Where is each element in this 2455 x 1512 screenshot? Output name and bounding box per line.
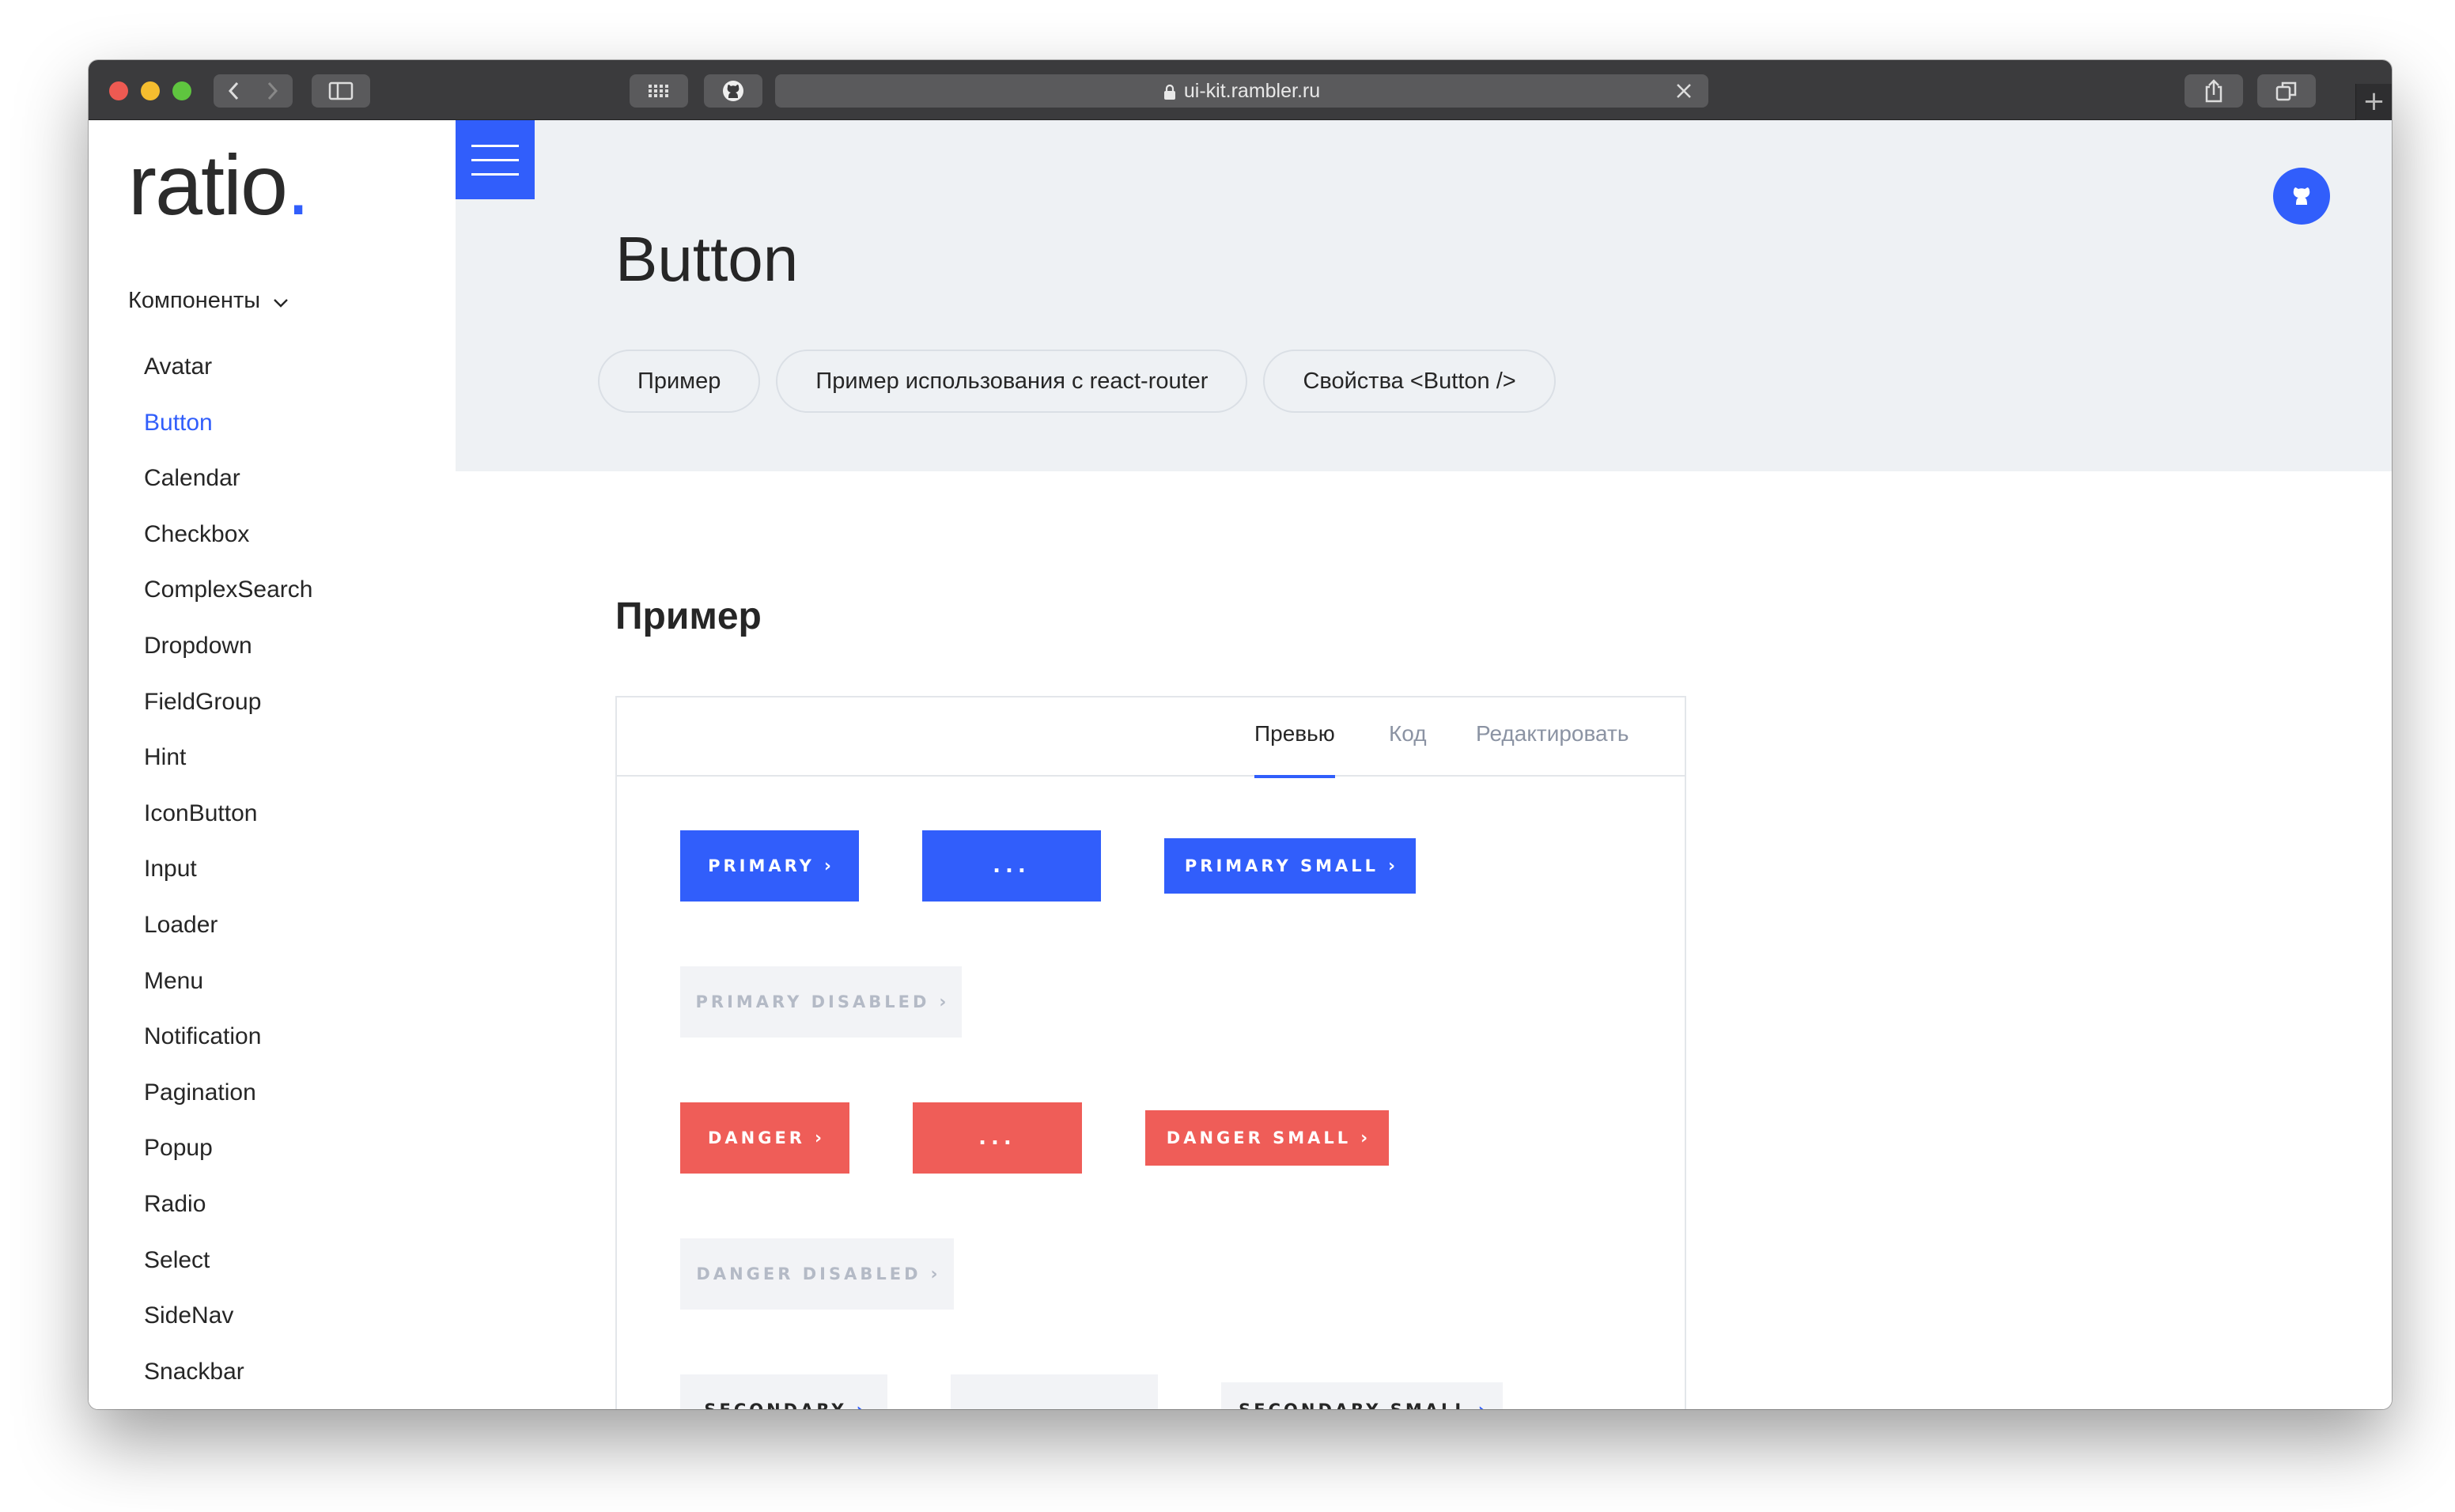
primary-small-button[interactable]: PRIMARY SMALL › xyxy=(1164,838,1416,894)
logo-text: ratio xyxy=(128,137,288,232)
primary-disabled-button: PRIMARY DISABLED › xyxy=(680,966,962,1038)
url-text: ui-kit.rambler.ru xyxy=(1183,79,1321,102)
sidebar-toggle-button[interactable] xyxy=(312,74,370,108)
chevron-right-icon: › xyxy=(930,1264,938,1284)
button-label: PRIMARY xyxy=(708,856,815,875)
address-bar[interactable]: ui-kit.rambler.ru xyxy=(775,74,1708,108)
sidebar-item-fieldgroup[interactable]: FieldGroup xyxy=(144,685,312,741)
sidebar-item-hint[interactable]: Hint xyxy=(144,740,312,796)
sidebar-item-button[interactable]: Button xyxy=(144,406,312,462)
share-button[interactable] xyxy=(2185,74,2243,108)
zoom-window-button[interactable] xyxy=(172,81,191,100)
anchor-react-router-example[interactable]: Пример использования с react-router xyxy=(776,350,1248,413)
danger-button[interactable]: DANGER › xyxy=(680,1102,849,1174)
sidebar-item-notification[interactable]: Notification xyxy=(144,1019,312,1075)
tab-preview[interactable]: Превью xyxy=(1254,721,1335,778)
github-extension-button[interactable] xyxy=(704,74,762,108)
loading-dots-icon: ... xyxy=(978,1126,1016,1150)
button-label: SECONDARY SMALL xyxy=(1239,1400,1469,1409)
primary-button[interactable]: PRIMARY › xyxy=(680,830,859,902)
primary-loading-button[interactable]: ... xyxy=(922,830,1101,902)
hamburger-line xyxy=(471,172,519,176)
secondary-small-button[interactable]: SECONDARY SMALL › xyxy=(1221,1382,1503,1409)
close-tab-icon[interactable] xyxy=(1675,82,1693,105)
sidebar-item-pagination[interactable]: Pagination xyxy=(144,1075,312,1132)
menu-button[interactable] xyxy=(456,120,535,199)
page-content: ratio. Компоненты Avatar Button Calendar Ch… xyxy=(89,120,2392,1409)
tab-edit[interactable]: Редактировать xyxy=(1476,721,1628,747)
github-link-button[interactable] xyxy=(2273,168,2330,225)
sidebar-item-menu[interactable]: Menu xyxy=(144,964,312,1020)
secondary-button[interactable]: SECONDARY › xyxy=(680,1374,887,1409)
button-label: SECONDARY xyxy=(704,1400,846,1409)
tab-overview-button[interactable] xyxy=(630,74,688,108)
tab-code[interactable]: Код xyxy=(1389,721,1427,747)
button-label: PRIMARY DISABLED xyxy=(695,992,930,1011)
example-panel: Превью Код Редактировать PRIMARY › ... P… xyxy=(615,696,1686,1409)
sidebar-item-avatar[interactable]: Avatar xyxy=(144,350,312,406)
anchor-example[interactable]: Пример xyxy=(598,350,761,413)
sidebar-item-iconbutton[interactable]: IconButton xyxy=(144,796,312,852)
chevron-right-icon: › xyxy=(814,1128,823,1148)
browser-window: ui-kit.rambler.ru + ratio. Компоненты Av… xyxy=(89,60,2392,1409)
sidebar-item-select[interactable]: Select xyxy=(144,1243,312,1299)
github-icon xyxy=(721,79,745,103)
chevron-right-icon: › xyxy=(1388,856,1396,876)
section-label: Компоненты xyxy=(128,288,261,313)
page-header: Button Пример Пример использования с rea… xyxy=(456,120,2392,471)
minimize-window-button[interactable] xyxy=(141,81,160,100)
sidebar-item-dropdown[interactable]: Dropdown xyxy=(144,629,312,685)
example-tabs: Превью Код Редактировать xyxy=(617,697,1685,778)
ratio-logo[interactable]: ratio. xyxy=(128,142,310,228)
chevron-right-icon: › xyxy=(939,992,947,1012)
sidebar-item-snackbar[interactable]: Snackbar xyxy=(144,1355,312,1409)
loading-dots-icon: ... xyxy=(993,854,1031,878)
chevron-down-icon xyxy=(273,288,289,314)
sidebar-item-checkbox[interactable]: Checkbox xyxy=(144,517,312,573)
components-section-toggle[interactable]: Компоненты xyxy=(128,288,289,314)
danger-loading-button[interactable]: ... xyxy=(913,1102,1082,1174)
main-content: Button Пример Пример использования с rea… xyxy=(456,120,2392,1409)
github-icon xyxy=(2288,181,2315,211)
sidebar-item-loader[interactable]: Loader xyxy=(144,908,312,964)
tabs-button[interactable] xyxy=(2257,74,2316,108)
lock-icon xyxy=(1163,83,1176,100)
button-label: DANGER SMALL xyxy=(1166,1128,1352,1147)
back-forward-group xyxy=(214,74,293,108)
danger-disabled-button: DANGER DISABLED › xyxy=(680,1238,954,1310)
sidebar: ratio. Компоненты Avatar Button Calendar Ch… xyxy=(89,120,456,1409)
hamburger-line xyxy=(471,158,519,161)
sidebar-item-sidenav[interactable]: SideNav xyxy=(144,1298,312,1355)
secondary-loading-button[interactable] xyxy=(951,1374,1158,1409)
chevron-right-icon: › xyxy=(1360,1128,1368,1148)
sidebar-item-radio[interactable]: Radio xyxy=(144,1187,312,1243)
anchor-button-props[interactable]: Свойства <Button /> xyxy=(1263,350,1556,413)
sidebar-item-input[interactable]: Input xyxy=(144,852,312,908)
logo-dot: . xyxy=(286,137,310,232)
hamburger-line xyxy=(471,144,519,147)
tabs-icon xyxy=(2275,81,2298,101)
danger-small-button[interactable]: DANGER SMALL › xyxy=(1145,1110,1389,1166)
button-label: PRIMARY SMALL xyxy=(1184,856,1379,875)
chevron-right-icon: › xyxy=(823,856,831,876)
share-icon xyxy=(2203,79,2224,103)
new-tab-button[interactable]: + xyxy=(2355,84,2392,120)
sidebar-icon xyxy=(328,81,354,100)
page-title: Button xyxy=(615,224,799,294)
sidebar-item-calendar[interactable]: Calendar xyxy=(144,461,312,517)
anchor-nav: Пример Пример использования с react-rout… xyxy=(598,350,1556,413)
browser-toolbar: ui-kit.rambler.ru + xyxy=(89,60,2392,120)
chevron-right-icon: › xyxy=(1478,1400,1485,1410)
back-icon[interactable] xyxy=(214,81,253,100)
button-label: DANGER xyxy=(707,1128,805,1147)
forward-icon[interactable] xyxy=(253,81,293,100)
sidebar-item-popup[interactable]: Popup xyxy=(144,1131,312,1187)
grid-icon xyxy=(647,82,671,100)
button-label: DANGER DISABLED xyxy=(696,1264,921,1283)
chevron-right-icon: › xyxy=(857,1400,864,1410)
sidebar-item-complexsearch[interactable]: ComplexSearch xyxy=(144,573,312,629)
section-title: Пример xyxy=(615,595,762,637)
close-window-button[interactable] xyxy=(109,81,128,100)
sidebar-nav-list: Avatar Button Calendar Checkbox ComplexSearc… xyxy=(144,350,312,1409)
